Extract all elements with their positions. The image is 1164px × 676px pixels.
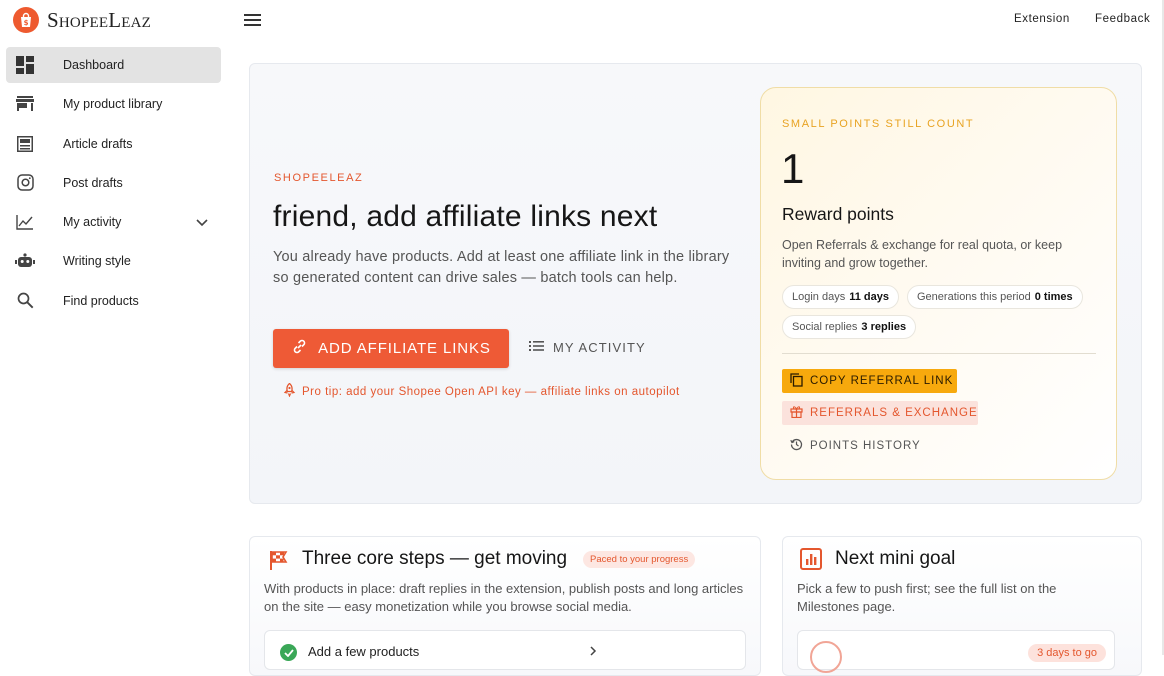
core-steps-title: Three core steps — get moving <box>302 548 568 569</box>
pro-tip-link[interactable]: Pro tip: add your Shopee Open API key — … <box>283 382 680 400</box>
history-icon <box>790 438 803 454</box>
sidebar: $ ShopeeLeaz Dashboard My product librar… <box>0 0 228 655</box>
extension-link[interactable]: Extension <box>1014 13 1070 25</box>
referrals-exchange-button[interactable]: REFERRALS & EXCHANGE <box>782 401 978 425</box>
rocket-icon <box>283 382 296 400</box>
hero-eyebrow: SHOPEELEAZ <box>274 172 364 184</box>
points-divider <box>782 353 1096 354</box>
points-history-button[interactable]: POINTS HISTORY <box>782 434 921 458</box>
step-label: Add a few products <box>308 644 420 659</box>
chip-value: 11 days <box>849 291 889 303</box>
sidebar-item-writing-style[interactable]: Writing style <box>6 243 221 279</box>
sidebar-nav: Dashboard My product library Article dra… <box>6 47 221 322</box>
goal-progress-ring <box>810 641 842 673</box>
gift-icon <box>790 405 803 421</box>
hero-description: You already have products. Add at least … <box>273 249 730 286</box>
store-icon <box>15 94 35 114</box>
core-steps-description: With products in place: draft replies in… <box>264 581 744 614</box>
sidebar-item-label: Post drafts <box>63 175 123 190</box>
check-circle-icon <box>280 644 297 661</box>
chip-label: Social replies <box>792 321 858 333</box>
sidebar-item-label: Article drafts <box>63 136 133 151</box>
dashboard-icon <box>15 55 35 75</box>
chip-value: 3 replies <box>861 321 907 333</box>
chevron-right-icon <box>586 644 600 658</box>
bar-chart-icon <box>800 548 822 570</box>
chip-value: 0 times <box>1034 291 1073 303</box>
goal-row[interactable]: 3 days to go <box>797 630 1115 673</box>
copy-icon <box>790 372 803 390</box>
sidebar-item-label: My activity <box>63 215 122 230</box>
chip-label: Generations this period <box>917 291 1031 303</box>
sidebar-item-post-drafts[interactable]: Post drafts <box>6 165 221 201</box>
points-title: Reward points <box>782 204 894 224</box>
sidebar-item-label: My product library <box>63 97 163 112</box>
sidebar-item-find-products[interactable]: Find products <box>6 283 221 319</box>
points-value: 1 <box>781 145 805 192</box>
generations-chip: Generations this period 0 times <box>907 285 1083 309</box>
feedback-link[interactable]: Feedback <box>1095 13 1150 25</box>
instagram-icon <box>15 173 35 193</box>
sidebar-item-article-drafts[interactable]: Article drafts <box>6 126 221 162</box>
hero-title: friend, add affiliate links next <box>273 200 658 233</box>
sidebar-item-product-library[interactable]: My product library <box>6 86 221 122</box>
menu-icon[interactable] <box>243 11 263 29</box>
my-activity-button[interactable]: MY ACTIVITY <box>529 340 646 355</box>
sidebar-item-my-activity[interactable]: My activity <box>6 204 221 240</box>
points-eyebrow: SMALL POINTS STILL COUNT <box>782 118 975 130</box>
chart-line-icon <box>15 212 35 232</box>
days-left-badge: 3 days to go <box>1028 644 1106 662</box>
article-icon <box>15 134 35 154</box>
list-icon <box>529 340 544 355</box>
referrals-exchange-label: REFERRALS & EXCHANGE <box>810 407 978 419</box>
next-goal-title: Next mini goal <box>835 548 956 569</box>
brand-name: ShopeeLeaz <box>47 7 151 32</box>
add-affiliate-links-label: ADD AFFILIATE LINKS <box>318 340 491 357</box>
chip-label: Login days <box>792 291 846 303</box>
login-days-chip: Login days 11 days <box>782 285 899 309</box>
social-replies-chip: Social replies 3 replies <box>782 315 917 339</box>
sidebar-item-label: Dashboard <box>63 58 125 72</box>
add-affiliate-links-button[interactable]: ADD AFFILIATE LINKS <box>273 329 509 368</box>
copy-referral-link-button[interactable]: COPY REFERRAL LINK <box>782 369 957 393</box>
search-icon <box>15 291 35 311</box>
sidebar-item-label: Writing style <box>63 254 131 269</box>
brand[interactable]: $ ShopeeLeaz <box>13 6 151 34</box>
flag-checkered-icon <box>268 549 290 571</box>
svg-text:$: $ <box>24 19 29 27</box>
points-history-label: POINTS HISTORY <box>810 440 921 452</box>
chevron-down-icon[interactable] <box>193 213 211 231</box>
copy-referral-link-label: COPY REFERRAL LINK <box>810 375 954 387</box>
sidebar-item-dashboard[interactable]: Dashboard <box>6 47 221 83</box>
shopping-bag-logo-icon: $ <box>13 7 39 33</box>
sidebar-item-label: Find products <box>63 293 139 308</box>
next-goal-description: Pick a few to push first; see the full l… <box>797 581 1057 614</box>
my-activity-label: MY ACTIVITY <box>553 340 646 355</box>
link-icon <box>291 338 308 359</box>
step-row-add-products[interactable]: Add a few products <box>264 630 746 670</box>
points-description: Open Referrals & exchange for real quota… <box>782 238 1063 270</box>
paced-badge: Paced to your progress <box>583 551 696 568</box>
pro-tip-text: Pro tip: add your Shopee Open API key — … <box>302 385 680 398</box>
robot-icon <box>15 251 35 271</box>
